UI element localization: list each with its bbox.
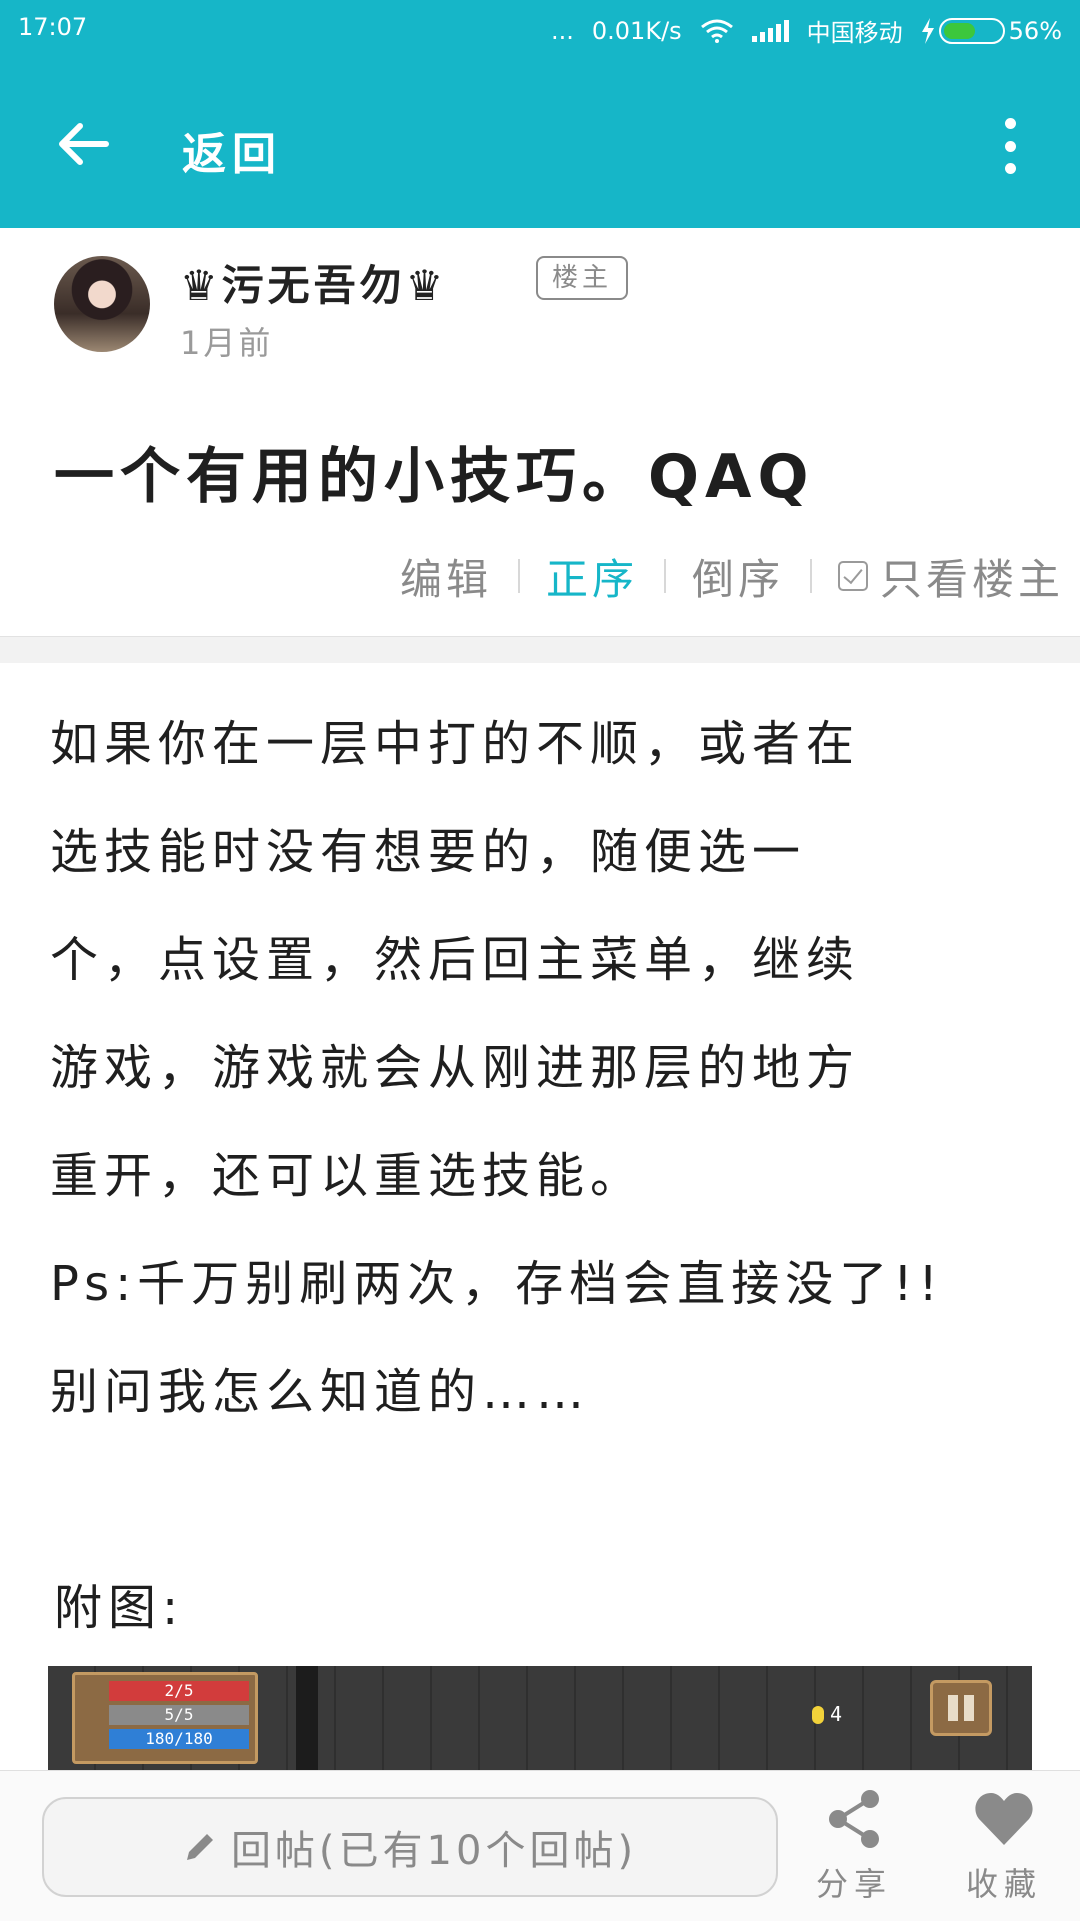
sort-descending-button[interactable]: 倒序 xyxy=(692,546,784,607)
signal-icon xyxy=(751,19,789,42)
game-hud-panel: 2/5 5/5 180/180 xyxy=(72,1672,258,1764)
divider xyxy=(663,559,666,593)
status-indicators: ... 0.01K/s 中国移动 56% xyxy=(551,13,1062,48)
divider xyxy=(809,559,812,593)
body-line: Ps:千万别刷两次，存档会直接没了!! xyxy=(50,1256,944,1312)
wifi-icon xyxy=(700,19,733,43)
status-time: 17:07 xyxy=(18,13,88,41)
post-time: 1月前 xyxy=(180,324,274,362)
share-icon xyxy=(829,1790,879,1848)
pause-icon xyxy=(930,1680,992,1736)
back-arrow-icon[interactable] xyxy=(54,114,114,174)
coin-count: 4 xyxy=(830,1702,843,1726)
battery-percent: 56% xyxy=(1008,16,1062,45)
back-button-label[interactable]: 返回 xyxy=(182,118,282,182)
share-label: 分享 xyxy=(815,1865,892,1903)
sort-toolbar: 编辑 正序 倒序 只看楼主 xyxy=(400,548,1064,604)
pencil-icon xyxy=(186,1834,213,1860)
reply-placeholder: 回帖(已有10个回帖) xyxy=(230,1828,638,1874)
more-notifications-icon: ... xyxy=(551,16,574,45)
share-button[interactable]: 分享 xyxy=(794,1789,914,1905)
op-only-label[interactable]: 只看楼主 xyxy=(880,546,1064,607)
post-title: 一个有用的小技巧。QAQ xyxy=(54,442,815,512)
section-divider xyxy=(0,636,1080,663)
energy-bar: 180/180 xyxy=(109,1729,249,1749)
body-line: 重开，还可以重选技能。 xyxy=(50,1148,645,1204)
battery-indicator: 56% xyxy=(921,17,1062,45)
op-badge: 楼主 xyxy=(536,256,629,300)
body-line: 选技能时没有想要的，随便选一 xyxy=(50,824,807,880)
post-body: 如果你在一层中打的不顺，或者在 选技能时没有想要的，随便选一 个，点设置，然后回… xyxy=(50,690,1040,1446)
op-only-checkbox[interactable] xyxy=(837,561,868,591)
coin-icon xyxy=(812,1706,824,1724)
charging-icon xyxy=(921,17,934,44)
avatar[interactable] xyxy=(54,256,150,352)
reply-input[interactable]: 回帖(已有10个回帖) xyxy=(42,1797,778,1897)
body-line: 游戏，游戏就会从刚进那层的地方 xyxy=(50,1040,861,1096)
carrier-name: 中国移动 xyxy=(806,19,903,47)
author-name[interactable]: ♛污无吾勿♛ xyxy=(180,252,447,313)
divider xyxy=(517,559,520,593)
network-speed: 0.01K/s xyxy=(591,16,682,45)
attached-game-screenshot[interactable]: 2/5 5/5 180/180 4 xyxy=(48,1666,1032,1770)
hp-bar: 2/5 xyxy=(109,1681,249,1701)
edit-button[interactable]: 编辑 xyxy=(400,546,492,607)
body-line: 如果你在一层中打的不顺，或者在 xyxy=(50,716,861,772)
heart-icon xyxy=(975,1793,1033,1845)
status-bar: 17:07 ... 0.01K/s 中国移动 56% xyxy=(0,0,1080,56)
more-options-icon[interactable] xyxy=(1002,118,1018,174)
body-line: 个，点设置，然后回主菜单，继续 xyxy=(50,932,861,988)
favorite-label: 收藏 xyxy=(965,1865,1042,1903)
attachment-label: 附图: xyxy=(54,1580,185,1636)
armor-bar: 5/5 xyxy=(109,1705,249,1725)
wall-tile xyxy=(296,1666,318,1770)
body-line: 别问我怎么知道的…… xyxy=(50,1364,591,1420)
app-bar: 返回 xyxy=(0,56,1080,228)
favorite-button[interactable]: 收藏 xyxy=(944,1789,1064,1905)
battery-icon xyxy=(938,17,1005,44)
sort-ascending-button[interactable]: 正序 xyxy=(546,546,638,607)
bottom-action-bar: 回帖(已有10个回帖) 分享 收藏 xyxy=(0,1770,1080,1921)
